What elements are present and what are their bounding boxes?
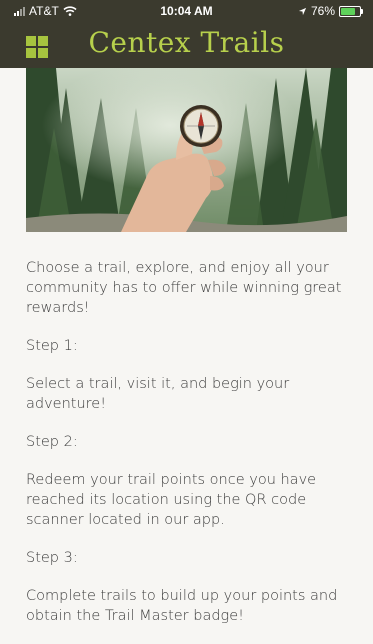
step-3-text: Complete trails to build up your points …: [26, 588, 338, 624]
location-arrow-icon: [298, 7, 307, 15]
step-2-label: Step 2:: [26, 434, 78, 450]
instructions: Choose a trail, explore, and enjoy all y…: [26, 258, 356, 644]
intro-text: Choose a trail, explore, and enjoy all y…: [26, 260, 342, 316]
step-1-text: Select a trail, visit it, and begin your…: [26, 376, 290, 412]
hand-compass-forest-icon: [26, 68, 347, 232]
status-right: 76%: [298, 4, 363, 18]
battery-percent: 76%: [310, 4, 335, 18]
battery-icon: [339, 5, 363, 17]
app-header: Centex Trails: [0, 22, 373, 68]
step-3-label: Step 3:: [26, 550, 78, 566]
app-title: Centex Trails: [88, 26, 285, 59]
step-2-text: Redeem your trail points once you have r…: [26, 472, 317, 528]
status-bar: AT&T 10:04 AM 76%: [0, 0, 373, 22]
step-1-label: Step 1:: [26, 338, 78, 354]
hero-image: [26, 68, 347, 232]
